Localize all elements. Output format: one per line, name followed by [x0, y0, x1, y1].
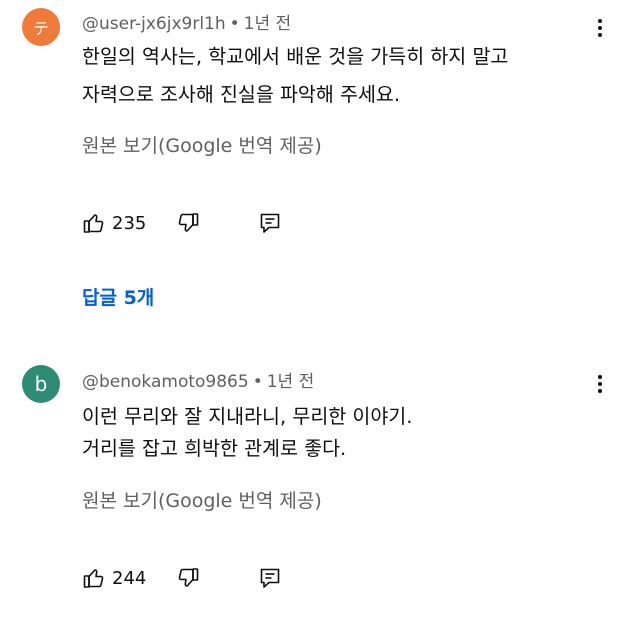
- comment-text-line: 자력으로 조사해 진실을 파악해 주세요.: [82, 83, 401, 106]
- view-replies-button[interactable]: 답글 5개: [82, 283, 154, 310]
- comment-meta: @user-jx6jx9rl1h • 1년 전: [82, 9, 291, 34]
- meta-separator: •: [252, 372, 263, 392]
- comment-text-line: 한일의 역사는, 학교에서 배운 것을 가득히 하지 말고: [82, 45, 509, 68]
- like-count: 244: [112, 567, 147, 589]
- comment-text-line: 거리를 잡고 희박한 관계로 좋다.: [82, 437, 347, 460]
- comment-meta: @benokamoto9865 • 1년 전: [82, 367, 314, 392]
- comment: b @benokamoto9865 • 1년 전 이런 무리와 잘 지내라니, 무리…: [0, 350, 640, 628]
- thumb-up-icon[interactable]: [82, 211, 106, 235]
- comment-text-line: 이런 무리와 잘 지내라니, 무리한 이야기.: [82, 405, 413, 428]
- see-original-link[interactable]: 원본 보기(Google 번역 제공): [82, 131, 322, 158]
- comment-timestamp[interactable]: 1년 전: [267, 372, 315, 392]
- comment-actions: 235: [82, 208, 282, 238]
- thumb-down-icon[interactable]: [176, 211, 200, 235]
- avatar[interactable]: テ: [22, 8, 60, 46]
- comment-actions: 244: [82, 563, 282, 593]
- reply-icon[interactable]: [258, 566, 282, 590]
- reply-icon[interactable]: [258, 211, 282, 235]
- avatar-letter: テ: [32, 19, 49, 38]
- thumb-up-icon[interactable]: [82, 566, 106, 590]
- comment: テ @user-jx6jx9rl1h • 1년 전 한일의 역사는, 학교에서 배운…: [0, 0, 640, 340]
- meta-separator: •: [229, 14, 240, 34]
- avatar-letter: b: [34, 372, 48, 396]
- comment-timestamp[interactable]: 1년 전: [244, 14, 292, 34]
- comment-author-handle[interactable]: @benokamoto9865: [82, 372, 249, 392]
- thumb-down-icon[interactable]: [176, 566, 200, 590]
- more-vert-icon[interactable]: [588, 369, 612, 399]
- see-original-link[interactable]: 원본 보기(Google 번역 제공): [82, 486, 322, 513]
- comment-author-handle[interactable]: @user-jx6jx9rl1h: [82, 14, 226, 34]
- like-count: 235: [112, 212, 147, 234]
- avatar[interactable]: b: [22, 365, 60, 403]
- more-vert-icon[interactable]: [588, 13, 612, 43]
